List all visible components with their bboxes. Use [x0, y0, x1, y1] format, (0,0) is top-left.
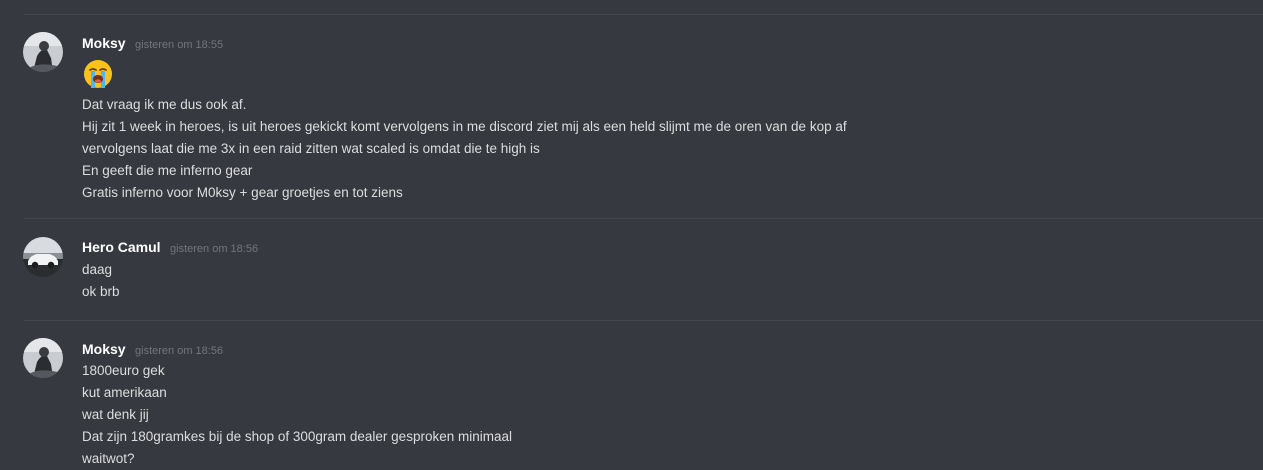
message-line: Gratis inferno voor M0ksy + gear groetje…	[82, 185, 403, 200]
message-line: 1800euro gek	[82, 363, 165, 378]
message-line: daag	[82, 262, 113, 277]
message-header: Moksy gisteren om 18:55	[82, 35, 223, 53]
chat-message-list: Moksy gisteren om 18:55 Dat vraag ik me …	[0, 0, 1263, 470]
message-divider	[23, 320, 1263, 321]
message-content: Dat vraag ik me dus ook af. Hij zit 1 we…	[82, 56, 847, 204]
car-avatar-icon[interactable]	[23, 237, 63, 277]
message-line: kut amerikaan	[82, 385, 167, 400]
message-content: daag ok brb	[82, 259, 120, 303]
message-line: Dat vraag ik me dus ook af.	[82, 97, 247, 112]
loudly-crying-face-icon	[82, 58, 114, 90]
message-line: vervolgens laat die me 3x in een raid zi…	[82, 141, 540, 156]
moksy-avatar-icon[interactable]	[23, 338, 63, 378]
message-line: wat denk jij	[82, 407, 149, 422]
message-content: 1800euro gek kut amerikaan wat denk jij …	[82, 360, 512, 470]
message-divider	[23, 218, 1263, 219]
message-line: Hij zit 1 week in heroes, is uit heroes …	[82, 119, 847, 134]
message-header: Hero Camul gisteren om 18:56	[82, 239, 258, 257]
username[interactable]: Moksy	[82, 35, 126, 51]
message-line: Dat zijn 180gramkes bij de shop of 300gr…	[82, 429, 512, 444]
message-line: ok brb	[82, 284, 120, 299]
username[interactable]: Moksy	[82, 341, 126, 357]
message-divider	[23, 14, 1263, 15]
timestamp: gisteren om 18:56	[170, 243, 259, 255]
timestamp: gisteren om 18:55	[135, 39, 224, 51]
moksy-avatar-icon[interactable]	[23, 32, 63, 72]
message-line: waitwot?	[82, 451, 135, 466]
timestamp: gisteren om 18:56	[135, 345, 224, 357]
message-line: En geeft die me inferno gear	[82, 163, 253, 178]
message-header: Moksy gisteren om 18:56	[82, 341, 223, 359]
username[interactable]: Hero Camul	[82, 239, 161, 255]
